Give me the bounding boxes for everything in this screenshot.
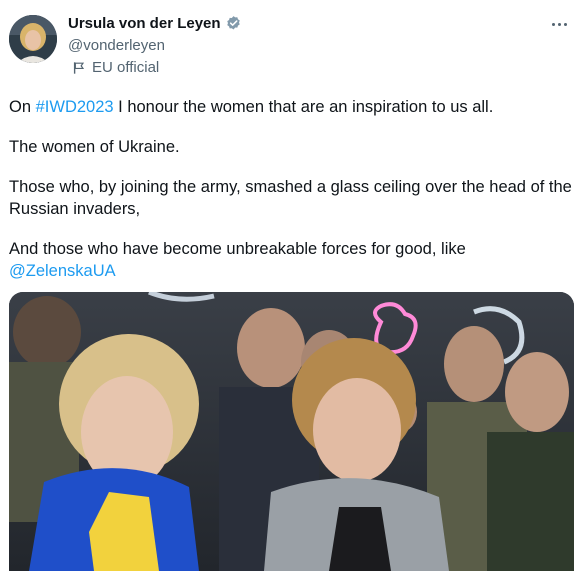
text-segment: And those who have become unbreakable fo… xyxy=(9,240,466,258)
affiliation-label[interactable]: EU official xyxy=(68,59,159,76)
more-options-button[interactable] xyxy=(545,12,573,36)
tweet-card: Ursula von der Leyen @vonderleyen EU off… xyxy=(0,0,583,571)
author-handle[interactable]: @vonderleyen xyxy=(68,37,165,54)
hashtag-link[interactable]: #IWD2023 xyxy=(36,98,114,116)
author-name[interactable]: Ursula von der Leyen xyxy=(68,15,242,32)
profile-photo-icon xyxy=(9,15,57,63)
text-segment: I honour the women that are an inspirati… xyxy=(113,98,494,116)
mention-link[interactable]: @ZelenskaUA xyxy=(9,262,116,280)
text-segment: On xyxy=(9,98,36,116)
flag-icon xyxy=(73,61,85,74)
tweet-paragraph-1: On #IWD2023 I honour the women that are … xyxy=(9,96,575,118)
tweet-paragraph-3: Those who, by joining the army, smashed … xyxy=(9,178,572,218)
photo-attachment-icon xyxy=(9,292,574,571)
verified-badge-icon xyxy=(226,16,240,30)
tweet-text: On #IWD2023 I honour the women that are … xyxy=(9,96,575,300)
author-name-text[interactable]: Ursula von der Leyen xyxy=(68,15,221,32)
author-avatar[interactable] xyxy=(9,15,57,63)
tweet-photo[interactable] xyxy=(9,292,574,571)
affiliation-text: EU official xyxy=(92,59,160,76)
more-horizontal-icon xyxy=(551,22,567,26)
tweet-paragraph-2: The women of Ukraine. xyxy=(9,138,180,156)
tweet-paragraph-4: And those who have become unbreakable fo… xyxy=(9,238,575,282)
